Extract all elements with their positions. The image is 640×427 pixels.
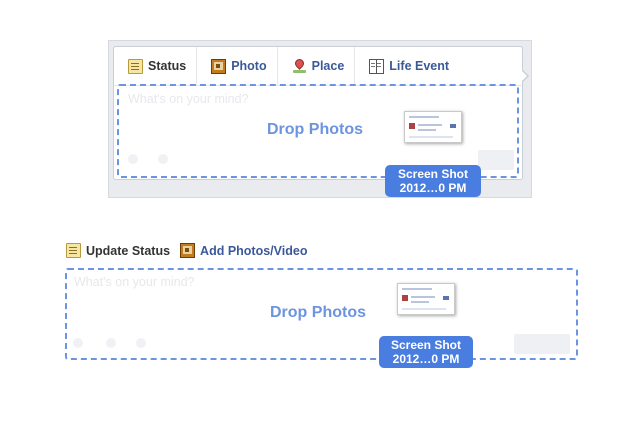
- tab-photo-label: Photo: [231, 59, 267, 73]
- tab-life-event-label: Life Event: [389, 59, 450, 73]
- bottom-file-name-pill: Screen Shot 2012…0 PM: [379, 336, 473, 368]
- tab-status-label: Status: [148, 59, 187, 73]
- photo-icon: [180, 243, 196, 258]
- top-file-name-line2: 2012…0 PM: [399, 181, 467, 195]
- tab-status[interactable]: Status: [114, 47, 198, 85]
- photo-icon: [211, 58, 227, 74]
- composer-notch: [521, 69, 529, 83]
- bottom-file-name-line1: Screen Shot: [390, 338, 462, 352]
- tab-add-photos-video[interactable]: Add Photos/Video: [180, 243, 307, 258]
- bottom-file-name-line2: 2012…0 PM: [392, 352, 460, 366]
- top-file-name-pill: Screen Shot 2012…0 PM: [385, 165, 481, 197]
- status-icon: [128, 58, 143, 74]
- tab-photo[interactable]: Photo: [197, 47, 278, 85]
- tab-update-status-label: Update Status: [86, 243, 171, 258]
- tab-place[interactable]: Place: [278, 47, 356, 85]
- top-dragged-thumbnail: [404, 111, 462, 143]
- tab-update-status[interactable]: Update Status: [66, 243, 170, 258]
- tab-place-label: Place: [311, 59, 345, 73]
- top-file-name-line1: Screen Shot: [397, 167, 469, 181]
- bottom-dragged-thumbnail: [397, 283, 455, 315]
- status-icon: [66, 243, 81, 258]
- place-icon: [292, 59, 307, 74]
- bottom-drop-label: Drop Photos: [270, 304, 366, 321]
- top-drop-label: Drop Photos: [267, 121, 363, 138]
- tab-life-event[interactable]: Life Event: [355, 47, 459, 85]
- life-event-icon: [369, 58, 385, 74]
- tab-add-photos-video-label: Add Photos/Video: [200, 243, 308, 258]
- bottom-composer-tabs: Update Status Add Photos/Video: [66, 243, 317, 258]
- top-composer-tabs: Status Photo Place Life Event: [114, 47, 522, 86]
